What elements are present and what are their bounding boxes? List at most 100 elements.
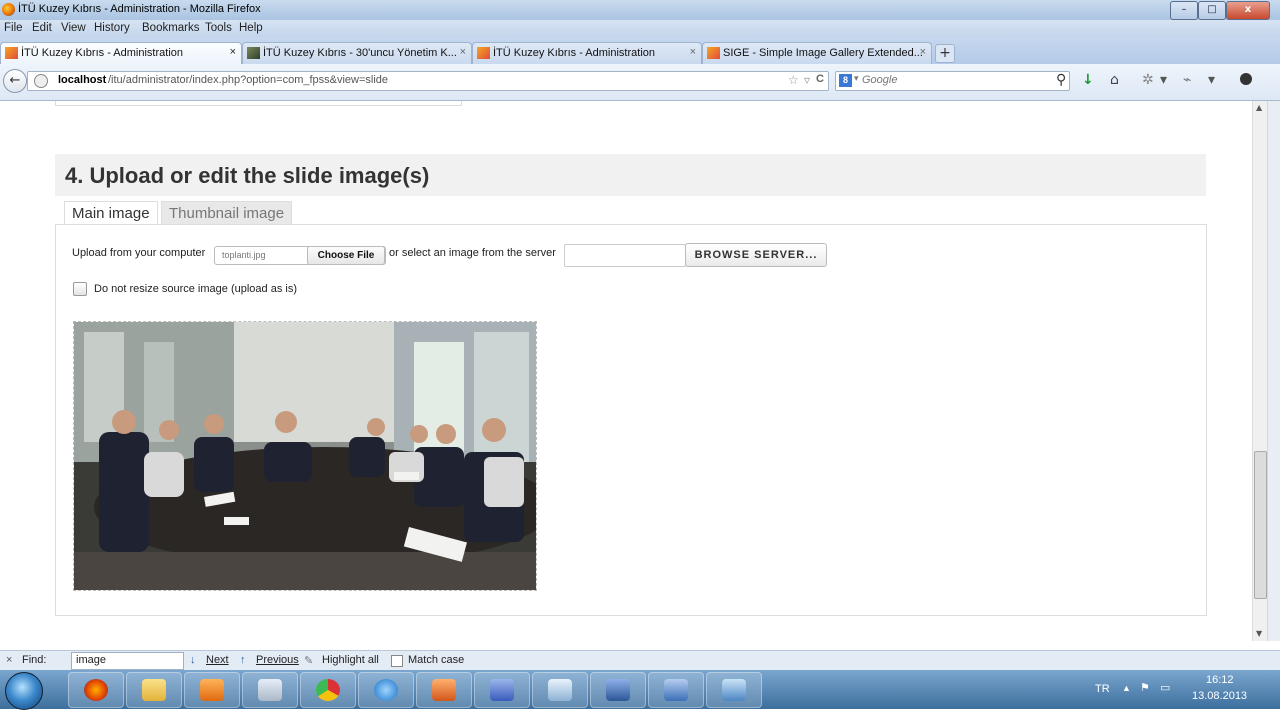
close-tab-icon[interactable]: × xyxy=(230,46,236,58)
page-content: 4. Upload or edit the slide image(s) Mai… xyxy=(0,101,1252,641)
upload-label: Upload from your computer xyxy=(72,247,206,259)
outlook-icon xyxy=(664,679,688,701)
reload-icon[interactable]: C xyxy=(816,73,824,85)
side-frame xyxy=(1267,101,1280,641)
taskbar: TR ▲ ⚑ ▭ 16:12 13.08.2013 xyxy=(0,670,1280,710)
folder-icon xyxy=(142,679,166,701)
server-image-input[interactable] xyxy=(564,244,686,267)
menu-bookmarks[interactable]: Bookmarks xyxy=(142,22,200,34)
taskbar-ie[interactable] xyxy=(358,672,414,708)
taskbar-word[interactable] xyxy=(590,672,646,708)
tools-menu-icon[interactable]: ▾ xyxy=(1208,73,1215,87)
browse-server-button[interactable]: BROWSE SERVER... xyxy=(685,243,827,267)
history-dropdown-icon[interactable]: ▿ xyxy=(804,73,810,87)
firefox-icon xyxy=(2,3,15,16)
slide-image-preview xyxy=(73,321,537,591)
search-icon[interactable]: ⚲ xyxy=(1056,73,1066,87)
find-input[interactable]: image xyxy=(71,652,184,670)
tab-sige[interactable]: SIGE - Simple Image Gallery Extended... … xyxy=(702,42,932,64)
language-indicator[interactable]: TR xyxy=(1095,683,1110,695)
media-player-icon xyxy=(200,679,224,701)
scroll-down-icon[interactable]: ▼ xyxy=(1256,629,1262,638)
taskbar-explorer[interactable] xyxy=(126,672,182,708)
scroll-up-icon[interactable]: ▲ xyxy=(1256,103,1262,112)
network-icon[interactable]: ▭ xyxy=(1160,681,1170,694)
powerpoint-icon xyxy=(432,679,456,701)
find-bar: × Find: image ↓ Next ↑ Previous ✎ Highli… xyxy=(0,650,1280,671)
scrollbar-thumb[interactable] xyxy=(1254,451,1267,599)
menu-file[interactable]: File xyxy=(4,22,23,34)
show-hidden-icons-icon[interactable]: ▲ xyxy=(1122,683,1131,693)
firefox-icon xyxy=(84,679,108,701)
page-scrollbar[interactable]: ▲ ▼ xyxy=(1252,101,1267,641)
menu-view[interactable]: View xyxy=(61,22,86,34)
image-panel: Upload from your computer toplanti.jpg C… xyxy=(55,224,1207,616)
download-icon[interactable]: ↓ xyxy=(1082,73,1094,87)
previous-field xyxy=(55,101,462,106)
tab-strip: İTÜ Kuzey Kıbrıs - Administration × İTÜ … xyxy=(0,37,1280,64)
minimize-button[interactable]: – xyxy=(1170,1,1198,20)
navigation-bar: ← localhost /itu/administrator/index.php… xyxy=(0,64,1280,101)
paint-icon xyxy=(548,679,572,701)
choose-file-button[interactable]: Choose File xyxy=(307,246,385,265)
site-icon xyxy=(247,47,260,59)
no-resize-checkbox[interactable] xyxy=(73,282,87,296)
menu-help[interactable]: Help xyxy=(239,22,263,34)
taskbar-outlook[interactable] xyxy=(648,672,704,708)
menu-tools[interactable]: Tools xyxy=(205,22,232,34)
menu-history[interactable]: History xyxy=(94,22,130,34)
snipping-tool-icon xyxy=(258,679,282,701)
taskbar-snipping[interactable] xyxy=(242,672,298,708)
close-tab-icon[interactable]: × xyxy=(920,46,926,58)
windows-start-icon[interactable] xyxy=(5,672,43,710)
highlight-all-button[interactable]: Highlight all xyxy=(322,654,379,666)
match-case-label: Match case xyxy=(408,654,465,666)
joomla-icon xyxy=(477,47,490,59)
close-tab-icon[interactable]: × xyxy=(460,46,466,58)
clock-date[interactable]: 13.08.2013 xyxy=(1192,690,1247,702)
find-label: Find: xyxy=(22,654,47,666)
taskbar-visio[interactable] xyxy=(474,672,530,708)
tools-icon[interactable]: ⌁ xyxy=(1183,73,1191,87)
home-icon[interactable]: ⌂ xyxy=(1110,73,1119,87)
back-button[interactable]: ← xyxy=(3,69,27,93)
taskbar-powerpoint[interactable] xyxy=(416,672,472,708)
arrow-up-icon: ↑ xyxy=(240,654,246,666)
chrome-icon xyxy=(316,679,340,701)
tab-yonetim[interactable]: İTÜ Kuzey Kıbrıs - 30'uncu Yönetim K... … xyxy=(242,42,472,64)
file-name: toplanti.jpg xyxy=(222,250,266,260)
shield-icon[interactable] xyxy=(1240,73,1252,85)
engine-dropdown-icon[interactable]: ▾ xyxy=(854,73,859,84)
find-next-button[interactable]: Next xyxy=(206,654,229,666)
app-icon xyxy=(722,679,746,701)
flag-icon[interactable]: ⚑ xyxy=(1140,681,1150,694)
google-icon: 8 xyxy=(839,74,852,87)
close-window-button[interactable]: x xyxy=(1226,1,1270,20)
menu-edit[interactable]: Edit xyxy=(32,22,52,34)
clock-time[interactable]: 16:12 xyxy=(1206,674,1234,686)
tab-main-image[interactable]: Main image xyxy=(64,201,158,225)
taskbar-firefox[interactable] xyxy=(68,672,124,708)
window-title: İTÜ Kuzey Kıbrıs - Administration - Mozi… xyxy=(18,3,261,15)
taskbar-media[interactable] xyxy=(184,672,240,708)
search-engine-label: Google xyxy=(862,74,898,86)
addon-icon[interactable]: ✲ xyxy=(1142,73,1154,87)
match-case-checkbox[interactable] xyxy=(391,655,403,667)
addon-menu-icon[interactable]: ▾ xyxy=(1160,73,1167,87)
tab-administration-2[interactable]: İTÜ Kuzey Kıbrıs - Administration × xyxy=(472,42,702,64)
taskbar-app[interactable] xyxy=(706,672,762,708)
close-tab-icon[interactable]: × xyxy=(690,46,696,58)
new-tab-button[interactable]: + xyxy=(935,44,955,63)
file-input[interactable]: toplanti.jpg Choose File xyxy=(214,246,386,265)
tab-administration[interactable]: İTÜ Kuzey Kıbrıs - Administration × xyxy=(0,42,242,64)
close-find-icon[interactable]: × xyxy=(6,654,12,666)
search-bar[interactable]: 8 ▾ Google xyxy=(835,71,1070,91)
globe-icon xyxy=(34,74,48,88)
maximize-button[interactable]: □ xyxy=(1198,1,1226,20)
find-previous-button[interactable]: Previous xyxy=(256,654,299,666)
url-bar[interactable]: localhost /itu/administrator/index.php?o… xyxy=(27,71,829,91)
taskbar-chrome[interactable] xyxy=(300,672,356,708)
bookmark-star-icon[interactable]: ☆ xyxy=(788,73,799,87)
tab-thumbnail-image[interactable]: Thumbnail image xyxy=(161,201,293,225)
taskbar-paint[interactable] xyxy=(532,672,588,708)
